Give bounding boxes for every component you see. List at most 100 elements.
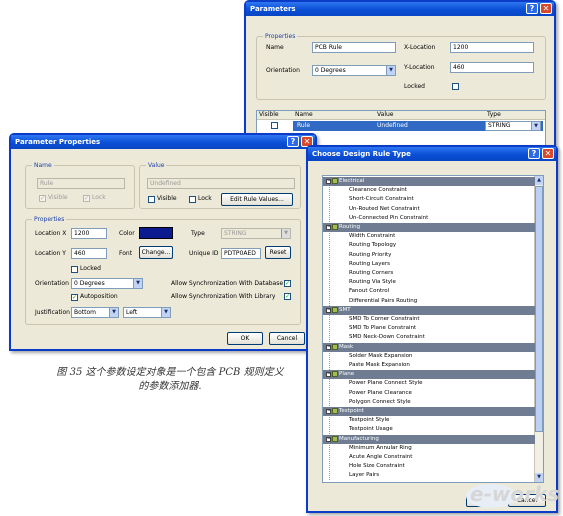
- tree-item[interactable]: Minimum Annular Ring: [349, 444, 412, 453]
- tree-category-routing[interactable]: − Routing: [323, 223, 535, 232]
- tree-item[interactable]: Un-Routed Net Constraint: [349, 205, 420, 214]
- param-props-title: Parameter Properties: [15, 138, 101, 146]
- tree-category-mask[interactable]: − Mask: [323, 342, 535, 352]
- location-x-field[interactable]: 1200: [71, 228, 107, 239]
- tree-item[interactable]: Power Plane Connect Style: [349, 379, 423, 388]
- autoposition-label: Autoposition: [80, 293, 118, 300]
- tree-item[interactable]: Acute Angle Constraint: [349, 453, 412, 462]
- scroll-up-icon[interactable]: ▲: [535, 176, 543, 185]
- collapse-icon[interactable]: −: [326, 179, 331, 184]
- close-icon[interactable]: ✕: [542, 148, 554, 159]
- collapse-icon[interactable]: −: [326, 436, 331, 442]
- type-label: Type: [191, 230, 205, 237]
- tree-category-smt[interactable]: − SMT: [323, 305, 535, 315]
- col-type[interactable]: Type: [487, 111, 501, 119]
- collapse-icon[interactable]: −: [326, 344, 331, 350]
- value-visible-checkbox[interactable]: [148, 196, 155, 203]
- table-row[interactable]: Rule Undefined STRING ▼: [257, 121, 545, 131]
- tree-scrollbar[interactable]: ▲ ▼: [534, 176, 543, 482]
- choose-design-rule-type-window: Choose Design Rule Type ? ✕ ▲ ▼ − Electri…: [306, 145, 558, 513]
- reset-button[interactable]: Reset: [265, 246, 291, 259]
- justification-horizontal-select[interactable]: Left ▼: [123, 307, 171, 318]
- locked-label: Locked: [80, 265, 101, 272]
- help-icon[interactable]: ?: [528, 148, 540, 159]
- tree-item[interactable]: SMD To Plane Constraint: [349, 324, 416, 333]
- collapse-icon[interactable]: −: [326, 307, 331, 313]
- allow-sync-db-checkbox[interactable]: ✓: [284, 280, 291, 287]
- tree-item[interactable]: SMD To Corner Constraint: [349, 315, 420, 324]
- change-font-button[interactable]: Change...: [139, 246, 173, 259]
- tree-item[interactable]: Routing Corners: [349, 269, 393, 278]
- autoposition-checkbox[interactable]: ✓: [71, 294, 78, 301]
- chevron-down-icon[interactable]: ▼: [161, 308, 170, 317]
- scroll-thumb[interactable]: [535, 186, 543, 432]
- collapse-icon[interactable]: −: [326, 372, 331, 378]
- tree-item[interactable]: Width Constraint: [349, 232, 395, 241]
- chevron-down-icon[interactable]: ▼: [386, 66, 395, 75]
- orientation-select[interactable]: 0 Degrees ▼: [312, 65, 396, 76]
- tree-item[interactable]: Hole Size Constraint: [349, 462, 405, 471]
- locked-checkbox[interactable]: [452, 83, 459, 90]
- chevron-down-icon[interactable]: ▼: [133, 279, 142, 288]
- tree-item[interactable]: Polygon Connect Style: [349, 398, 411, 407]
- name-field[interactable]: PCB Rule: [312, 42, 396, 53]
- collapse-icon[interactable]: −: [326, 409, 331, 414]
- rule-category-icon: [332, 224, 338, 230]
- y-location-field[interactable]: 460: [450, 62, 534, 73]
- group-title: Properties: [32, 216, 67, 223]
- tree-item[interactable]: Routing Priority: [349, 251, 391, 260]
- tree-item[interactable]: Layer Pairs: [349, 471, 379, 480]
- value-lock-checkbox[interactable]: [189, 196, 196, 203]
- tree-item[interactable]: Fanout Control: [349, 287, 389, 296]
- help-icon[interactable]: ?: [287, 136, 299, 147]
- col-name[interactable]: Name: [295, 111, 313, 119]
- collapse-icon[interactable]: −: [326, 225, 331, 230]
- tree-category-electrical[interactable]: − Electrical: [323, 177, 535, 186]
- tree-item[interactable]: Testpoint Usage: [349, 425, 393, 434]
- type-select: STRING ▼: [221, 228, 291, 239]
- tree-item[interactable]: Testpoint Style: [349, 416, 389, 425]
- parameters-titlebar[interactable]: Parameters ? ✕: [246, 2, 554, 16]
- tree-category-manufacturing[interactable]: − Manufacturing: [323, 434, 535, 444]
- tree-item[interactable]: Short-Circuit Constraint: [349, 195, 414, 204]
- rule-type-tree[interactable]: ▲ ▼ − Electrical Clearance Constraint Short…: [322, 175, 544, 483]
- col-visible[interactable]: Visible: [259, 111, 279, 119]
- tree-item[interactable]: Routing Via Style: [349, 278, 396, 287]
- unique-id-field[interactable]: PDTP0AED: [221, 248, 261, 259]
- locked-checkbox[interactable]: [71, 266, 78, 273]
- tree-item[interactable]: Clearance Constraint: [349, 186, 407, 195]
- tree-item[interactable]: Solder Mask Expansion: [349, 352, 413, 361]
- tree-item[interactable]: Differential Pairs Routing: [349, 297, 417, 306]
- color-swatch[interactable]: [139, 227, 173, 239]
- tree-item[interactable]: SMD Neck-Down Constraint: [349, 333, 425, 342]
- cancel-button[interactable]: Cancel: [269, 332, 305, 345]
- tree-item[interactable]: Routing Topology: [349, 241, 396, 250]
- orientation-select[interactable]: 0 Degrees ▼: [71, 278, 143, 289]
- color-label: Color: [119, 230, 135, 237]
- tree-item[interactable]: Un-Connected Pin Constraint: [349, 214, 428, 223]
- param-props-titlebar[interactable]: Parameter Properties ? ✕: [11, 135, 315, 149]
- help-icon[interactable]: ?: [526, 3, 538, 14]
- row-type-select[interactable]: STRING ▼: [485, 121, 541, 131]
- tree-category-label: Routing: [339, 224, 361, 230]
- tree-category-testpoint[interactable]: − Testpoint: [323, 407, 535, 416]
- edit-rule-values-button[interactable]: Edit Rule Values...: [221, 193, 293, 206]
- chevron-down-icon[interactable]: ▼: [531, 122, 540, 130]
- tree-item[interactable]: Routing Layers: [349, 260, 390, 269]
- justification-vertical-select[interactable]: Bottom ▼: [71, 307, 119, 318]
- location-x-label: Location X: [35, 230, 67, 237]
- ok-button[interactable]: OK: [227, 332, 263, 345]
- chevron-down-icon[interactable]: ▼: [109, 308, 118, 317]
- close-icon[interactable]: ✕: [540, 3, 552, 14]
- choose-rule-titlebar[interactable]: Choose Design Rule Type ? ✕: [308, 147, 556, 161]
- orientation-label: Orientation: [35, 280, 69, 287]
- x-location-field[interactable]: 1200: [450, 42, 534, 53]
- row-visible-checkbox[interactable]: [271, 122, 278, 129]
- tree-category-plane[interactable]: − Plane: [323, 370, 535, 380]
- col-value[interactable]: Value: [377, 111, 393, 119]
- location-y-field[interactable]: 460: [71, 248, 107, 259]
- tree-item[interactable]: Power Plane Clearance: [349, 389, 412, 398]
- tree-item[interactable]: Paste Mask Expansion: [349, 361, 410, 370]
- scroll-down-icon[interactable]: ▼: [535, 473, 543, 482]
- allow-sync-lib-checkbox[interactable]: ✓: [284, 293, 291, 300]
